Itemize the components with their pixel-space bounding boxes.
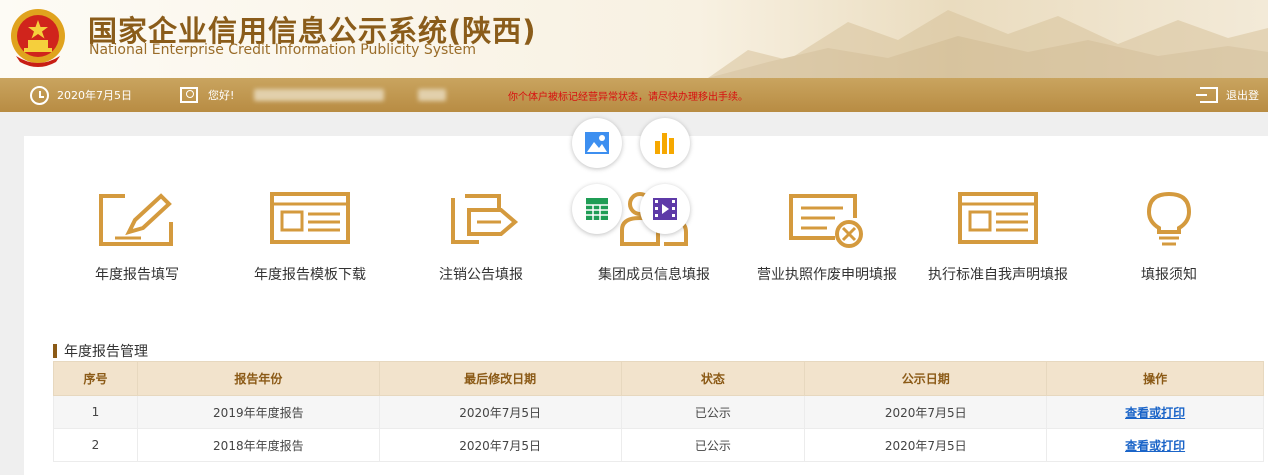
- spreadsheet-button[interactable]: [572, 184, 622, 234]
- func-cancel-notice[interactable]: 注销公告填报: [396, 190, 566, 284]
- column-header: 状态: [620, 361, 806, 396]
- redacted-info: [418, 89, 447, 101]
- clock-icon: [30, 85, 49, 105]
- func-label: 集团成员信息填报: [598, 267, 710, 283]
- template-icon: [270, 192, 350, 244]
- lightbulb-icon: [1146, 191, 1192, 246]
- func-template-download[interactable]: 年度报告模板下载: [225, 190, 395, 284]
- row-number: 2: [53, 428, 138, 462]
- annual-report-table: 序号 报告年份 最后修改日期 状态 公示日期 操作 1 2019年年度报告 20…: [53, 361, 1264, 462]
- abnormal-warning: 你个体户被标记经营异常状态，请尽快办理移出手续。: [508, 91, 748, 103]
- view-print-link[interactable]: 查看或打印: [1125, 439, 1185, 453]
- column-header: 操作: [1046, 361, 1264, 396]
- modified-date: 2020年7月5日: [378, 428, 622, 462]
- published-date: 2020年7月5日: [804, 395, 1048, 429]
- video-button[interactable]: [640, 184, 690, 234]
- current-date: 2020年7月5日: [57, 89, 132, 102]
- report-year: 2018年年度报告: [136, 428, 380, 462]
- national-emblem-icon: [6, 6, 70, 68]
- func-annual-report-fill[interactable]: 年度报告填写: [52, 190, 222, 284]
- func-label: 执行标准自我声明填报: [928, 267, 1068, 283]
- logout-label: 退出登: [1226, 89, 1259, 102]
- standard-declaration-icon: [958, 192, 1038, 244]
- site-subtitle: National Enterprise Credit Information P…: [89, 42, 477, 58]
- table-row: 2 2018年年度报告 2020年7月5日 已公示 2020年7月5日 查看或打…: [53, 428, 1264, 462]
- published-date: 2020年7月5日: [804, 428, 1048, 462]
- section-title: 年度报告管理: [53, 341, 148, 361]
- image-icon: [585, 132, 609, 154]
- user-greeting: 您好!: [180, 78, 447, 112]
- site-header: 国家企业信用信息公示系统(陕西) National Enterprise Cre…: [0, 0, 1268, 78]
- func-label: 年度报告模板下载: [254, 267, 366, 283]
- column-header: 报告年份: [136, 361, 380, 396]
- view-print-link[interactable]: 查看或打印: [1125, 406, 1185, 420]
- row-number: 1: [53, 395, 138, 429]
- func-label: 注销公告填报: [439, 267, 523, 283]
- report-status: 已公示: [620, 395, 806, 429]
- action-cell: 查看或打印: [1046, 428, 1264, 462]
- greeting-text: 您好!: [208, 89, 235, 102]
- spreadsheet-icon: [586, 198, 608, 220]
- report-status: 已公示: [620, 428, 806, 462]
- status-bar: 2020年7月5日 您好! 你个体户被标记经营异常状态，请尽快办理移出手续。 退…: [0, 78, 1268, 112]
- mountain-background: [708, 10, 1268, 78]
- chart-button[interactable]: [640, 118, 690, 168]
- func-label: 营业执照作废申明填报: [757, 267, 897, 283]
- date-display: 2020年7月5日: [30, 78, 132, 112]
- table-row: 1 2019年年度报告 2020年7月5日 已公示 2020年7月5日 查看或打…: [53, 395, 1264, 429]
- column-header: 最后修改日期: [378, 361, 622, 396]
- edit-icon: [99, 192, 177, 246]
- license-void-icon: [789, 194, 863, 248]
- func-standard-declaration[interactable]: 执行标准自我声明填报: [913, 190, 1083, 284]
- video-icon: [653, 198, 677, 220]
- bar-chart-icon: [655, 133, 674, 154]
- func-instructions[interactable]: 填报须知: [1084, 190, 1254, 284]
- action-cell: 查看或打印: [1046, 395, 1264, 429]
- func-label: 填报须知: [1141, 267, 1197, 283]
- image-button[interactable]: [572, 118, 622, 168]
- logout-button[interactable]: 退出登: [1196, 78, 1259, 112]
- table-header-row: 序号 报告年份 最后修改日期 状态 公示日期 操作: [53, 361, 1264, 396]
- func-label: 年度报告填写: [95, 267, 179, 283]
- user-icon: [180, 87, 198, 103]
- column-header: 公示日期: [804, 361, 1048, 396]
- func-license-void[interactable]: 营业执照作废申明填报: [742, 190, 912, 284]
- section-marker: [53, 344, 57, 358]
- modified-date: 2020年7月5日: [378, 395, 622, 429]
- column-header: 序号: [53, 361, 138, 396]
- logout-icon: [1196, 87, 1218, 103]
- redacted-username: [254, 89, 385, 101]
- report-year: 2019年年度报告: [136, 395, 380, 429]
- section-title-text: 年度报告管理: [64, 344, 148, 360]
- cancel-notice-icon: [451, 194, 519, 244]
